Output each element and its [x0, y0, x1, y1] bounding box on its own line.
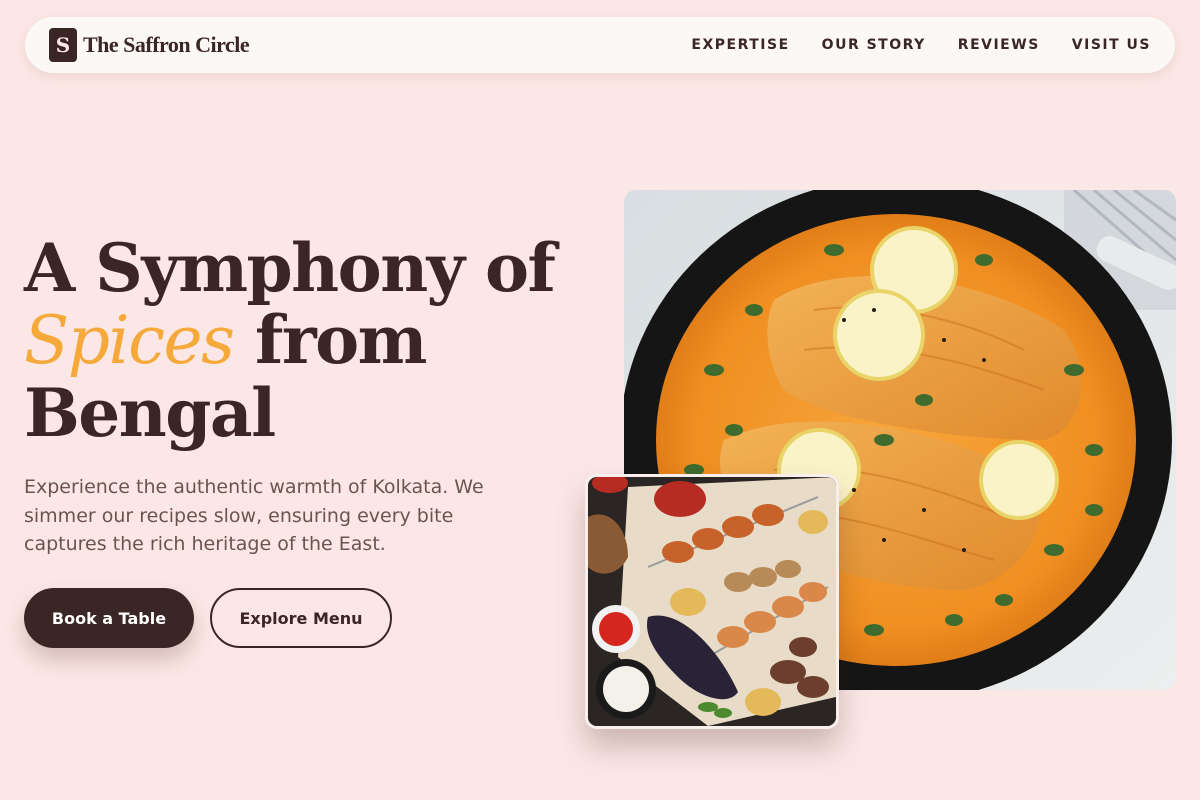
- book-table-button[interactable]: Book a Table: [24, 588, 194, 648]
- nav-link-our-story[interactable]: OUR STORY: [822, 37, 926, 53]
- hero-headline: A Symphony of Spices from Bengal: [24, 232, 584, 449]
- headline-line-2: from: [233, 301, 428, 379]
- navbar: S The Saffron Circle EXPERTISE OUR STORY…: [25, 17, 1175, 73]
- nav-link-visit-us[interactable]: VISIT US: [1072, 37, 1151, 53]
- brand-mark-icon: S: [49, 28, 77, 62]
- brand-name: The Saffron Circle: [83, 32, 250, 57]
- headline-line-1: A Symphony of: [24, 229, 556, 307]
- headline-accent: Spices: [24, 302, 235, 379]
- nav-link-reviews[interactable]: REVIEWS: [958, 37, 1040, 53]
- nav-links: EXPERTISE OUR STORY REVIEWS VISIT US: [691, 37, 1151, 53]
- kebab-platter-photo: [585, 474, 839, 729]
- headline-line-3: Bengal: [24, 374, 276, 452]
- explore-menu-button[interactable]: Explore Menu: [210, 588, 392, 648]
- hero-description: Experience the authentic warmth of Kolka…: [24, 476, 484, 555]
- nav-link-expertise[interactable]: EXPERTISE: [691, 37, 789, 53]
- brand-logo[interactable]: S The Saffron Circle: [49, 28, 250, 62]
